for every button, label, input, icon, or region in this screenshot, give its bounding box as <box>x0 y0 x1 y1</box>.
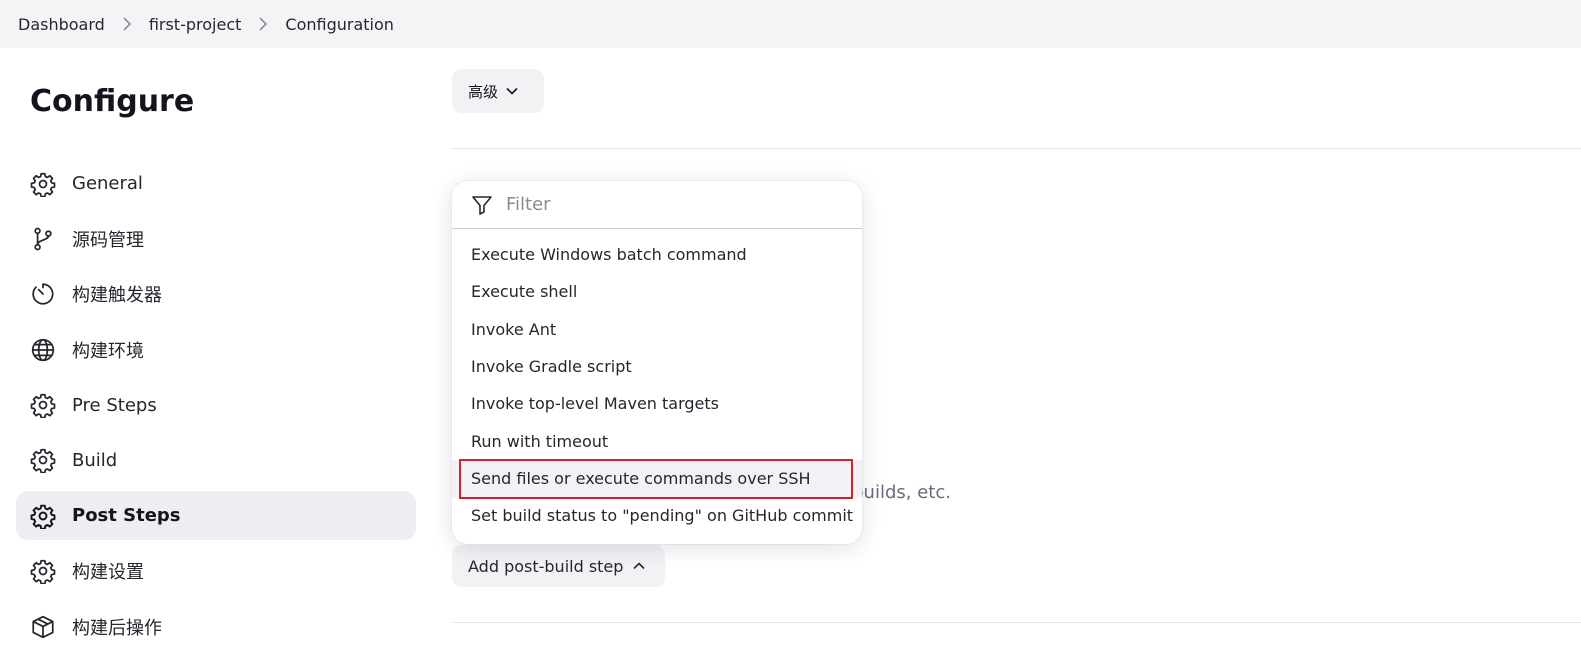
add-post-build-step-label: Add post-build step <box>468 556 624 576</box>
post-build-step-dropdown: Execute Windows batch command Execute sh… <box>452 181 862 544</box>
package-icon <box>30 614 56 640</box>
sidebar-item-label: 构建环境 <box>72 340 144 362</box>
sidebar-item-build[interactable]: Build <box>16 436 416 485</box>
sidebar-item-post-build-actions[interactable]: 构建后操作 <box>16 602 416 651</box>
sidebar-item-source-control[interactable]: 源码管理 <box>16 214 416 263</box>
sidebar-item-label: Post Steps <box>72 505 181 527</box>
sidebar-item-build-triggers[interactable]: 构建触发器 <box>16 270 416 319</box>
add-post-build-step-button[interactable]: Add post-build step <box>452 545 665 587</box>
sidebar-item-general[interactable]: General <box>16 159 416 208</box>
gear-icon <box>30 447 56 474</box>
section-divider <box>452 622 1581 623</box>
menu-item-execute-windows-batch[interactable]: Execute Windows batch command <box>452 236 862 273</box>
sidebar-item-pre-steps[interactable]: Pre Steps <box>16 381 416 430</box>
sidebar-item-label: General <box>72 173 143 194</box>
chevron-right-icon <box>241 17 285 31</box>
gear-icon <box>30 558 56 585</box>
advanced-button-label: 高级 <box>468 82 499 101</box>
chevron-up-icon <box>633 562 646 570</box>
sidebar-item-post-steps[interactable]: Post Steps <box>16 491 416 541</box>
breadcrumb-dashboard[interactable]: Dashboard <box>18 15 105 34</box>
gear-icon <box>30 171 56 197</box>
advanced-button[interactable]: 高级 <box>452 69 544 113</box>
menu-item-set-build-status-github[interactable]: Set build status to "pending" on GitHub … <box>452 497 862 534</box>
branch-icon <box>30 226 56 252</box>
menu-list: Execute Windows batch command Execute sh… <box>452 229 862 534</box>
gear-icon <box>30 392 56 419</box>
globe-icon <box>30 337 56 363</box>
sidebar-item-label: Pre Steps <box>72 394 157 416</box>
chevron-right-icon <box>105 17 149 31</box>
gear-icon <box>30 503 56 529</box>
sidebar: General 源码管理 构建触发器 构建环境 Pre Steps Build <box>16 159 416 658</box>
filter-row <box>452 181 862 229</box>
chevron-down-icon <box>506 87 518 95</box>
menu-item-invoke-gradle[interactable]: Invoke Gradle script <box>452 348 862 385</box>
sidebar-item-label: 构建设置 <box>72 562 144 584</box>
breadcrumb: Dashboard first-project Configuration <box>0 0 1581 48</box>
sidebar-item-label: 构建后操作 <box>72 617 162 639</box>
timer-icon <box>30 281 56 307</box>
filter-input[interactable] <box>504 193 828 216</box>
sidebar-item-build-settings[interactable]: 构建设置 <box>16 547 416 596</box>
menu-item-execute-shell[interactable]: Execute shell <box>452 273 862 310</box>
filter-icon <box>472 195 492 215</box>
breadcrumb-configuration[interactable]: Configuration <box>285 15 394 34</box>
sidebar-item-label: 构建触发器 <box>72 285 162 307</box>
sidebar-item-build-environment[interactable]: 构建环境 <box>16 325 416 374</box>
breadcrumb-first-project[interactable]: first-project <box>149 15 242 34</box>
section-divider <box>452 148 1581 149</box>
menu-item-invoke-ant[interactable]: Invoke Ant <box>452 311 862 348</box>
menu-item-send-files-ssh[interactable]: Send files or execute commands over SSH <box>452 459 862 498</box>
sidebar-item-label: Build <box>72 449 118 471</box>
sidebar-item-label: 源码管理 <box>72 229 144 251</box>
menu-item-run-with-timeout[interactable]: Run with timeout <box>452 422 862 459</box>
menu-item-invoke-maven[interactable]: Invoke top-level Maven targets <box>452 385 862 422</box>
page-title: Configure <box>30 84 195 119</box>
